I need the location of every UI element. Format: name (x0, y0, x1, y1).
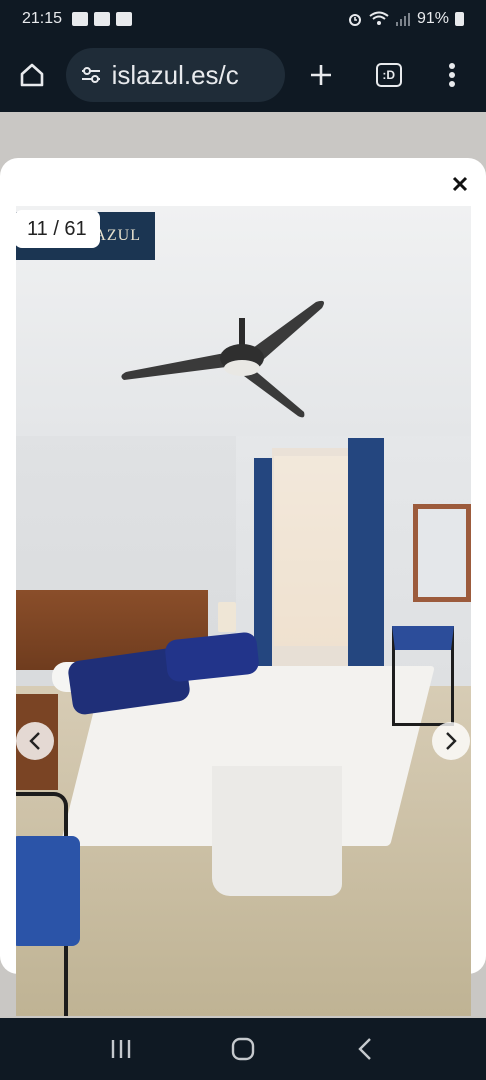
gallery-icon (72, 12, 89, 26)
chevron-right-icon (446, 732, 457, 750)
more-vert-icon (449, 63, 456, 87)
previous-image-button[interactable] (16, 722, 54, 760)
sigma-app-icon (116, 12, 133, 26)
tab-switcher-button[interactable]: :D (369, 55, 409, 95)
clock: 21:15 (22, 10, 63, 27)
alarm-icon (348, 14, 361, 26)
recent-apps-button[interactable] (101, 1029, 141, 1069)
home-icon (20, 63, 44, 87)
site-settings-icon[interactable] (80, 65, 102, 85)
battery-percent: 91% (416, 10, 449, 27)
wifi-icon (369, 11, 389, 25)
tab-count: :D (375, 63, 402, 87)
plus-icon (311, 65, 332, 85)
close-icon (452, 176, 468, 192)
chevron-left-icon (29, 732, 40, 750)
lightbox-modal: LAZUL 11 / 61 (0, 158, 486, 1016)
battery-icon (455, 12, 464, 26)
web-page: LAZUL 11 / 61 (0, 112, 486, 1018)
next-image-button[interactable] (432, 722, 470, 760)
url-text: islazul.es/c (111, 59, 239, 90)
new-tab-button[interactable] (301, 55, 341, 95)
browser-menu-button[interactable] (432, 55, 472, 95)
address-bar[interactable]: islazul.es/c (65, 48, 286, 102)
back-button[interactable] (345, 1029, 385, 1069)
image-counter: 11 / 61 (14, 210, 100, 248)
back-chevron-icon (358, 1038, 371, 1060)
nadiya-app-icon (94, 12, 111, 26)
close-gallery-button[interactable] (440, 164, 480, 204)
home-button[interactable] (14, 57, 50, 93)
recent-apps-icon (111, 1040, 131, 1058)
system-nav-bar (0, 1018, 486, 1080)
signal-icon (395, 13, 410, 26)
gallery-photo: LAZUL (16, 206, 471, 1016)
browser-toolbar: islazul.es/c :D (0, 38, 486, 112)
home-circle-icon (231, 1037, 255, 1061)
home-system-button[interactable] (223, 1029, 263, 1069)
status-bar: 21:15 91% (0, 0, 486, 38)
